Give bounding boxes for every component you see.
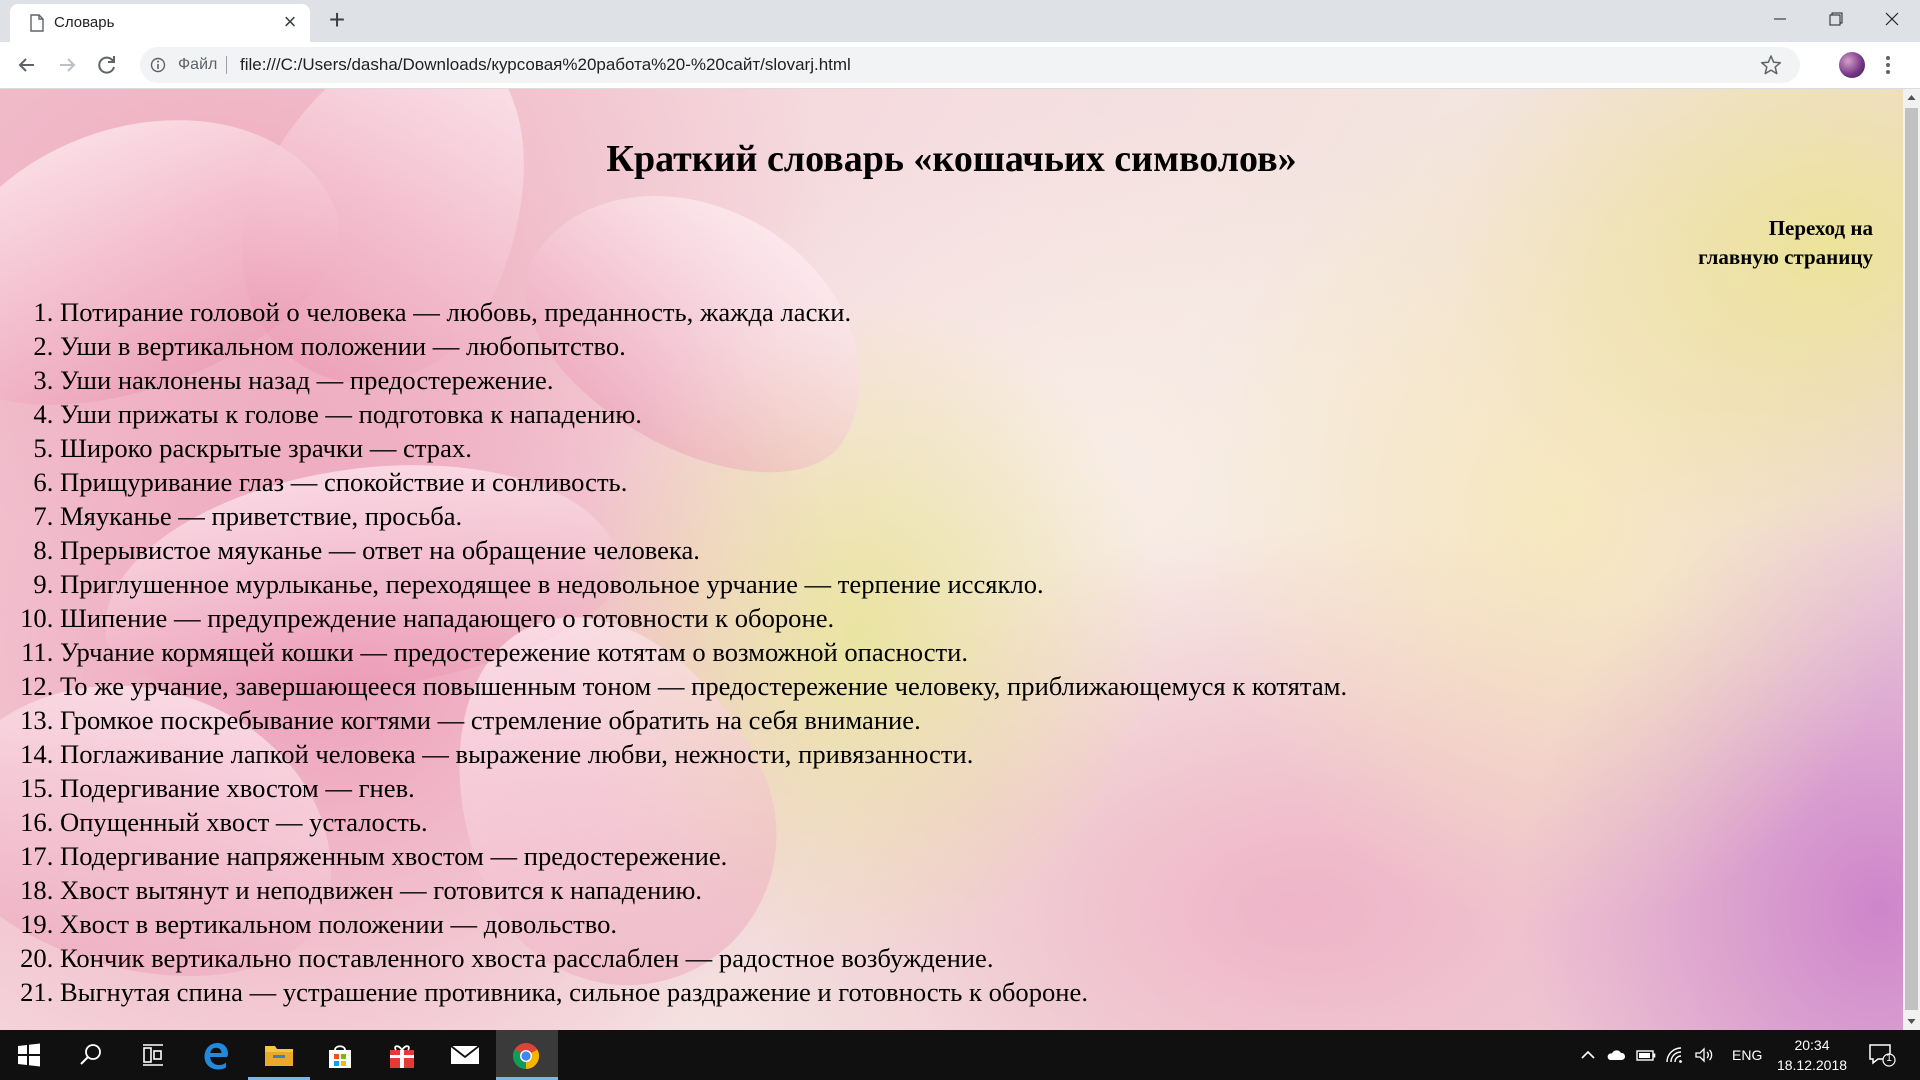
star-icon[interactable]: [1760, 54, 1782, 76]
symbol-list-item: Громкое поскребывание когтями — стремлен…: [60, 703, 1347, 737]
restore-button[interactable]: [1808, 0, 1864, 40]
address-bar[interactable]: Файл file:///C:/Users/dasha/Downloads/ку…: [140, 47, 1800, 83]
symbol-list-item: Прищуривание глаз — спокойствие и сонлив…: [60, 465, 1347, 499]
folder-icon: [265, 1046, 293, 1066]
page-viewport: Краткий словарь «кошачьих символов» Пере…: [0, 89, 1903, 1030]
clock-time: 20:34: [1794, 1037, 1830, 1053]
close-icon: [1885, 12, 1899, 26]
search-icon: [80, 1044, 101, 1065]
symbol-list-item: Уши прижаты к голове — подготовка к напа…: [60, 397, 1347, 431]
store-button[interactable]: [310, 1030, 372, 1080]
minimize-button[interactable]: [1752, 0, 1808, 40]
symbol-list-item: Выгнутая спина — устрашение противника, …: [60, 975, 1347, 1009]
page-title: Краткий словарь «кошачьих символов»: [606, 138, 1297, 180]
store-icon: [329, 1045, 351, 1068]
scroll-down-arrow-icon[interactable]: [1903, 1013, 1920, 1030]
system-clock[interactable]: 20:34 18.12.2018: [1772, 1035, 1852, 1075]
url-text[interactable]: file:///C:/Users/dasha/Downloads/курсова…: [240, 55, 851, 75]
tab-close-button[interactable]: ×: [278, 11, 302, 35]
start-button[interactable]: [0, 1030, 62, 1080]
arrow-right-icon: [60, 58, 76, 72]
symbol-list-item: Опущенный хвост — усталость.: [60, 805, 1347, 839]
onedrive-cloud-icon[interactable]: [1606, 1045, 1626, 1065]
minimize-icon: [1774, 18, 1786, 20]
profile-avatar[interactable]: [1839, 52, 1865, 78]
mail-button[interactable]: [434, 1030, 496, 1080]
file-explorer-button[interactable]: [248, 1030, 310, 1080]
task-view-button[interactable]: [124, 1030, 186, 1080]
symbol-list-item: Приглушенное мурлыканье, переходящее в н…: [60, 567, 1347, 601]
edge-icon: [204, 1043, 228, 1070]
symbol-list-item: Подергивание хвостом — гнев.: [60, 771, 1347, 805]
volume-icon[interactable]: [1694, 1045, 1714, 1065]
close-window-button[interactable]: [1864, 0, 1920, 40]
chrome-button[interactable]: [496, 1030, 558, 1080]
cat-symbols-list: Потирание головой о человека — любовь, п…: [0, 295, 1347, 1009]
symbol-list-item: Широко раскрытые зрачки — страх.: [60, 431, 1347, 465]
symbol-list-item: Поглаживание лапкой человека — выражение…: [60, 737, 1347, 771]
search-button[interactable]: [62, 1030, 124, 1080]
arrow-left-icon: [18, 58, 34, 72]
symbol-list-item: Уши наклонены назад — предостережение.: [60, 363, 1347, 397]
home-link-line-1: Переход на: [1768, 216, 1873, 240]
symbol-list-item: Хвост вытянут и неподвижен — готовится к…: [60, 873, 1347, 907]
input-language[interactable]: ENG: [1732, 1045, 1762, 1065]
battery-icon[interactable]: [1636, 1045, 1656, 1065]
home-page-link[interactable]: Переход на главную страницу: [1698, 214, 1873, 272]
edge-button[interactable]: [186, 1030, 248, 1080]
scheme-label: Файл: [178, 56, 218, 73]
symbol-list-item: Прерывистое мяуканье — ответ на обращени…: [60, 533, 1347, 567]
mail-icon: [450, 1045, 480, 1064]
symbol-list-item: Хвост в вертикальном положении — довольс…: [60, 907, 1347, 941]
chevron-up-icon[interactable]: [1578, 1045, 1598, 1065]
symbol-list-item: Потирание головой о человека — любовь, п…: [60, 295, 1347, 329]
info-icon[interactable]: [150, 57, 166, 73]
tab-title: Словарь: [54, 14, 115, 31]
scroll-up-arrow-icon[interactable]: [1903, 89, 1920, 106]
symbol-list-item: То же урчание, завершающееся повышенным …: [60, 669, 1347, 703]
symbol-list-item: Урчание кормящей кошки — предостережение…: [60, 635, 1347, 669]
symbol-list-item: Кончик вертикально поставленного хвоста …: [60, 941, 1347, 975]
document-icon: [30, 14, 44, 32]
more-vert-icon[interactable]: [1884, 54, 1892, 76]
forward-button[interactable]: [53, 51, 81, 79]
browser-toolbar: Файл file:///C:/Users/dasha/Downloads/ку…: [0, 42, 1920, 89]
clock-date: 18.12.2018: [1776, 1057, 1848, 1073]
symbol-list-item: Уши в вертикальном положении — любопытст…: [60, 329, 1347, 363]
new-tab-button[interactable]: +: [322, 6, 352, 36]
symbol-list-item: Шипение — предупреждение нападающего о г…: [60, 601, 1347, 635]
action-center-button[interactable]: 1: [1868, 1042, 1896, 1068]
back-button[interactable]: [13, 51, 41, 79]
windows-taskbar: ENG 20:34 18.12.2018 1: [0, 1030, 1920, 1080]
symbol-list-item: Мяуканье — приветствие, просьба.: [60, 499, 1347, 533]
windows-icon: [18, 1043, 40, 1067]
chrome-icon: [512, 1043, 540, 1070]
gift-icon: [390, 1045, 414, 1068]
symbol-list-item: Подергивание напряженным хвостом — предо…: [60, 839, 1347, 873]
scroll-thumb[interactable]: [1905, 108, 1918, 1010]
tab-slovar[interactable]: Словарь ×: [10, 4, 310, 42]
reload-icon: [98, 56, 115, 74]
notification-count: 1: [1886, 1053, 1892, 1064]
task-view-icon: [143, 1044, 163, 1066]
wifi-icon[interactable]: [1664, 1045, 1684, 1065]
gift-app-button[interactable]: [372, 1030, 434, 1080]
reload-button[interactable]: [93, 51, 121, 79]
url-separator: [226, 56, 227, 74]
restore-icon: [1829, 12, 1843, 26]
home-link-line-2: главную страницу: [1698, 245, 1873, 269]
browser-titlebar: Словарь × +: [0, 0, 1920, 42]
page-scrollbar[interactable]: [1903, 89, 1920, 1030]
